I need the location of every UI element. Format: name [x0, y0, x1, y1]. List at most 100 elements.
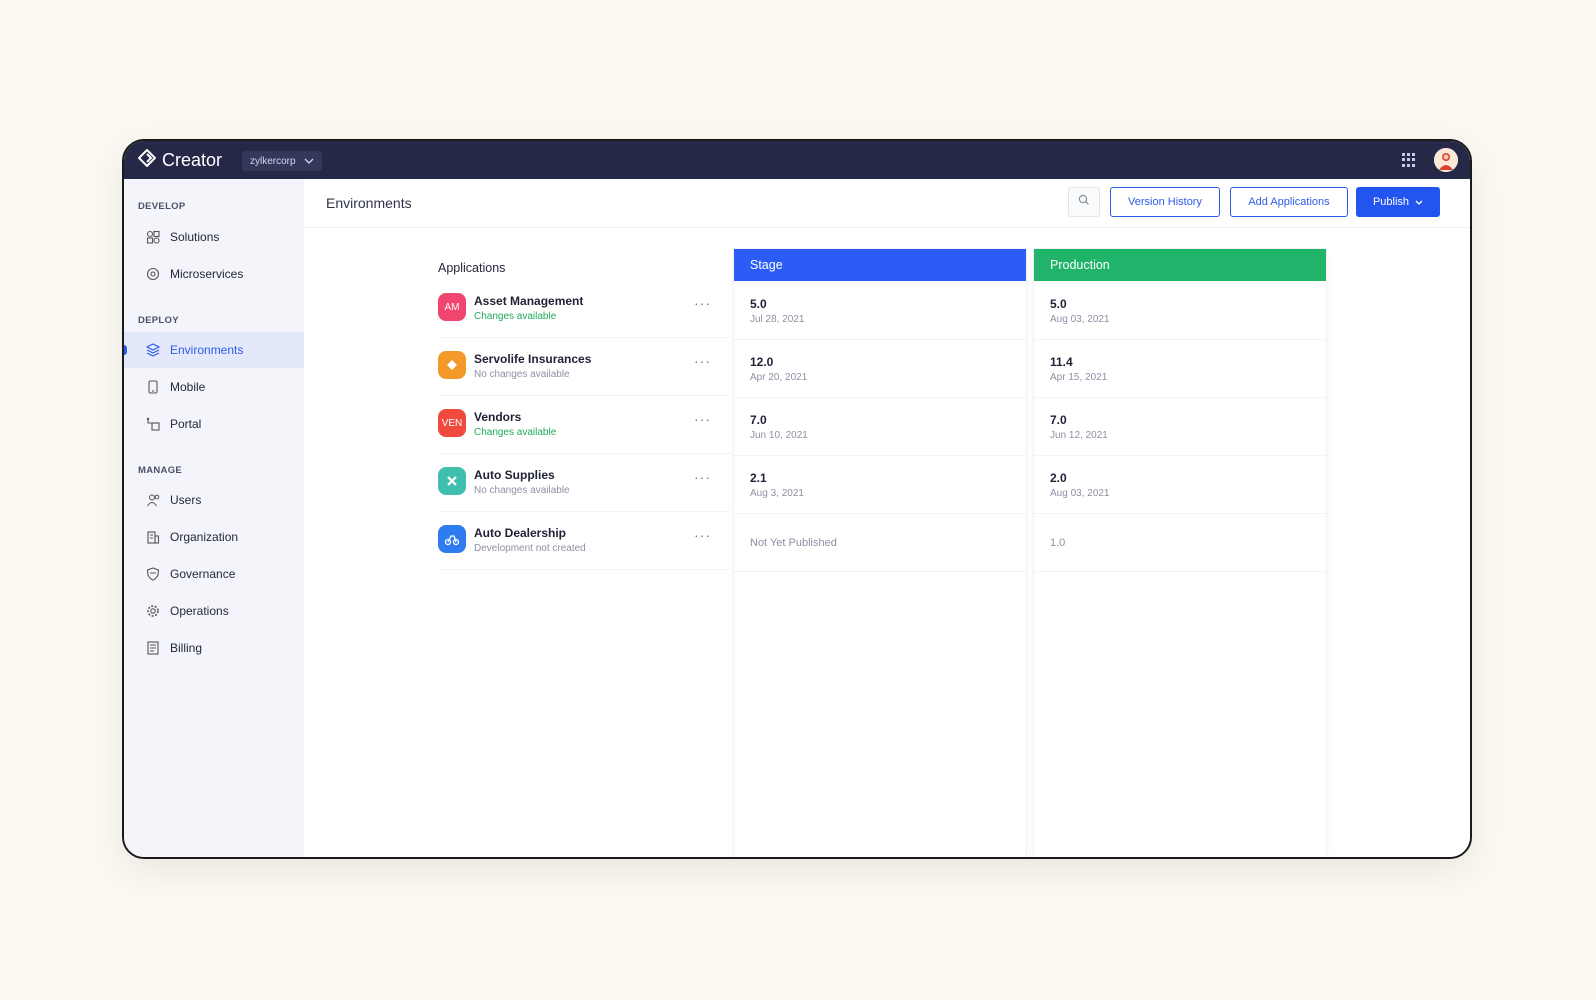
more-options-icon[interactable]: ··· — [694, 295, 711, 311]
publish-label: Publish — [1372, 196, 1410, 208]
section-manage: MANAGE — [138, 465, 183, 476]
creator-logo-icon — [137, 148, 157, 172]
stage-status: Not Yet Published — [750, 537, 837, 549]
apps-grid-icon[interactable] — [1402, 153, 1416, 167]
app-window: Creator zylkercorp DEVELOP Solutions Mic… — [122, 139, 1472, 859]
app-name[interactable]: Servolife Insurances — [474, 352, 591, 366]
app-name: Creator — [162, 150, 223, 170]
more-options-icon[interactable]: ··· — [694, 353, 711, 369]
app-icon — [438, 525, 466, 553]
app-status: No changes available — [474, 485, 570, 496]
sidebar-item-label: Solutions — [170, 230, 220, 244]
production-cell: 1.0 — [1034, 513, 1326, 572]
stage-date: Jul 28, 2021 — [750, 314, 805, 325]
more-options-icon[interactable]: ··· — [694, 527, 711, 543]
production-column: Production 5.0 Aug 03, 2021 11.4 Apr 15, 20… — [1034, 249, 1326, 857]
gear-icon — [146, 604, 160, 618]
layers-icon — [146, 343, 160, 357]
sidebar-item-mobile[interactable]: Mobile — [124, 369, 304, 405]
sidebar-item-users[interactable]: Users — [124, 482, 304, 518]
production-version: 5.0 — [1050, 297, 1067, 311]
production-cell: 2.0 Aug 03, 2021 — [1034, 455, 1326, 514]
sidebar-item-label: Governance — [170, 567, 236, 581]
table-row[interactable]: AM Asset Management Changes available ··· — [438, 279, 730, 338]
sidebar-item-label: Organization — [170, 530, 239, 544]
production-date: Apr 15, 2021 — [1050, 372, 1108, 383]
production-cell: 5.0 Aug 03, 2021 — [1034, 281, 1326, 340]
production-cell: 7.0 Jun 12, 2021 — [1034, 397, 1326, 456]
applications-header: Applications — [438, 261, 506, 275]
app-name[interactable]: Vendors — [474, 410, 521, 424]
sidebar-item-label: Portal — [170, 417, 202, 431]
stage-column: Stage 5.0 Jul 28, 2021 12.0 Apr 20, 2021 7.0… — [734, 249, 1026, 857]
add-applications-button[interactable]: Add Applications — [1230, 187, 1348, 217]
sidebar-item-portal[interactable]: Portal — [124, 406, 304, 442]
more-options-icon[interactable]: ··· — [694, 469, 711, 485]
stage-header: Stage — [734, 249, 1026, 281]
production-version: 11.4 — [1050, 355, 1073, 369]
publish-button[interactable]: Publish — [1356, 187, 1440, 217]
app-status: Changes available — [474, 311, 557, 322]
sidebar-item-organization[interactable]: Organization — [124, 519, 304, 555]
sidebar-item-governance[interactable]: Governance — [124, 556, 304, 592]
table-row[interactable]: Auto Dealership Development not created ··… — [438, 511, 730, 570]
app-status: No changes available — [474, 369, 570, 380]
production-date: Aug 03, 2021 — [1050, 488, 1110, 499]
chevron-down-icon — [304, 156, 314, 167]
table-row[interactable]: Auto Supplies No changes available ··· — [438, 453, 730, 512]
sidebar-item-label: Billing — [170, 641, 203, 655]
main-content: Environments Version History Add Applica… — [304, 179, 1470, 857]
creator-logo[interactable]: Creator — [137, 148, 223, 172]
solutions-icon — [146, 230, 160, 244]
microservices-icon — [146, 267, 160, 281]
table-row[interactable]: Servolife Insurances No changes available… — [438, 337, 730, 396]
users-icon — [146, 493, 160, 507]
app-status: Development not created — [474, 543, 586, 554]
search-button[interactable] — [1068, 187, 1100, 217]
stage-cell: 2.1 Aug 3, 2021 — [734, 455, 1026, 514]
table-row[interactable]: VEN Vendors Changes available ··· — [438, 395, 730, 454]
sidebar-item-label: Users — [170, 493, 202, 507]
section-develop: DEVELOP — [138, 201, 186, 212]
production-date: Jun 12, 2021 — [1050, 430, 1108, 441]
governance-icon — [146, 567, 160, 581]
chevron-down-icon — [1415, 196, 1423, 208]
app-name[interactable]: Auto Dealership — [474, 526, 566, 540]
version-history-button[interactable]: Version History — [1110, 187, 1220, 217]
sidebar-item-label: Environments — [170, 343, 244, 357]
org-switcher[interactable]: zylkercorp — [242, 151, 322, 171]
page-header: Environments Version History Add Applica… — [304, 179, 1470, 228]
stage-version: 2.1 — [750, 471, 767, 485]
production-cell: 11.4 Apr 15, 2021 — [1034, 339, 1326, 398]
search-icon — [1078, 193, 1090, 211]
avatar[interactable] — [1434, 148, 1458, 172]
app-name[interactable]: Asset Management — [474, 294, 583, 308]
top-bar: Creator zylkercorp — [124, 141, 1470, 179]
sidebar-item-label: Microservices — [170, 267, 244, 281]
portal-icon — [146, 417, 160, 431]
stage-version: 12.0 — [750, 355, 774, 369]
page-title: Environments — [326, 195, 412, 211]
app-name[interactable]: Auto Supplies — [474, 468, 555, 482]
production-version: 7.0 — [1050, 413, 1067, 427]
production-date: Aug 03, 2021 — [1050, 314, 1110, 325]
sidebar-item-solutions[interactable]: Solutions — [124, 219, 304, 255]
stage-date: Jun 10, 2021 — [750, 430, 808, 441]
sidebar-item-operations[interactable]: Operations — [124, 593, 304, 629]
app-icon — [438, 351, 466, 379]
section-deploy: DEPLOY — [138, 315, 179, 326]
stage-version: 7.0 — [750, 413, 767, 427]
billing-icon — [146, 641, 160, 655]
stage-cell: 12.0 Apr 20, 2021 — [734, 339, 1026, 398]
app-icon: VEN — [438, 409, 466, 437]
sidebar-item-billing[interactable]: Billing — [124, 630, 304, 666]
stage-cell: 7.0 Jun 10, 2021 — [734, 397, 1026, 456]
sidebar-item-label: Operations — [170, 604, 229, 618]
sidebar-item-microservices[interactable]: Microservices — [124, 256, 304, 292]
stage-date: Apr 20, 2021 — [750, 372, 808, 383]
production-version: 2.0 — [1050, 471, 1067, 485]
sidebar-item-label: Mobile — [170, 380, 206, 394]
more-options-icon[interactable]: ··· — [694, 411, 711, 427]
stage-cell: 5.0 Jul 28, 2021 — [734, 281, 1026, 340]
sidebar-item-environments[interactable]: Environments — [124, 332, 304, 368]
